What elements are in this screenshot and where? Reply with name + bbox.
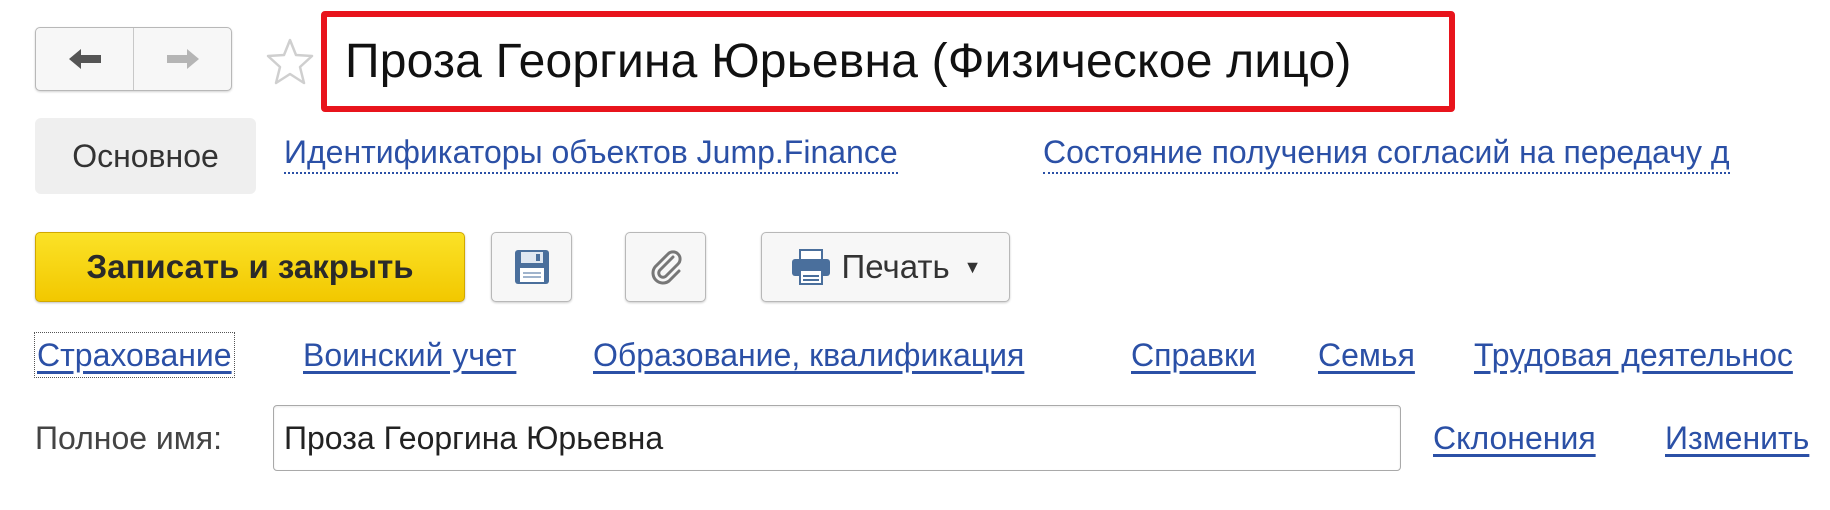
history-navigation — [35, 27, 232, 91]
save-and-close-button[interactable]: Записать и закрыть — [35, 232, 465, 302]
tab-main[interactable]: Основное — [35, 118, 256, 194]
section-military[interactable]: Воинский учет — [303, 335, 516, 375]
star-outline-icon[interactable] — [264, 36, 316, 88]
attach-files-button[interactable] — [625, 232, 706, 302]
full-name-input[interactable]: Проза Георгина Юрьевна — [273, 405, 1401, 471]
employee-form-window: Проза Георгина Юрьевна (Физическое лицо)… — [0, 0, 1830, 510]
full-name-label: Полное имя: — [35, 420, 223, 456]
tab-jump-finance-ids[interactable]: Идентификаторы объектов Jump.Finance — [284, 132, 898, 174]
title-highlight: Проза Георгина Юрьевна (Физическое лицо) — [321, 11, 1455, 112]
print-button-label: Печать — [841, 248, 950, 285]
section-education[interactable]: Образование, квалификация — [593, 335, 1024, 375]
section-employment[interactable]: Трудовая деятельнос — [1474, 335, 1793, 375]
tab-consent-status[interactable]: Состояние получения согласий на передачу… — [1043, 132, 1730, 174]
forward-button[interactable] — [133, 28, 231, 90]
back-button[interactable] — [36, 28, 133, 90]
paperclip-icon — [651, 250, 682, 285]
change-name-link[interactable]: Изменить — [1665, 418, 1809, 458]
arrow-right-icon — [166, 49, 199, 69]
print-button[interactable]: Печать ▼ — [761, 232, 1010, 302]
floppy-disk-icon — [514, 250, 549, 284]
printer-icon — [791, 249, 830, 285]
window-title: Проза Георгина Юрьевна (Физическое лицо) — [345, 35, 1352, 88]
section-certificates[interactable]: Справки — [1131, 335, 1256, 375]
section-family[interactable]: Семья — [1318, 335, 1415, 375]
save-button[interactable] — [491, 232, 572, 302]
chevron-down-icon: ▼ — [963, 256, 982, 277]
declensions-link[interactable]: Склонения — [1433, 418, 1596, 458]
section-insurance[interactable]: Страхование — [34, 332, 235, 378]
arrow-left-icon — [68, 49, 101, 69]
